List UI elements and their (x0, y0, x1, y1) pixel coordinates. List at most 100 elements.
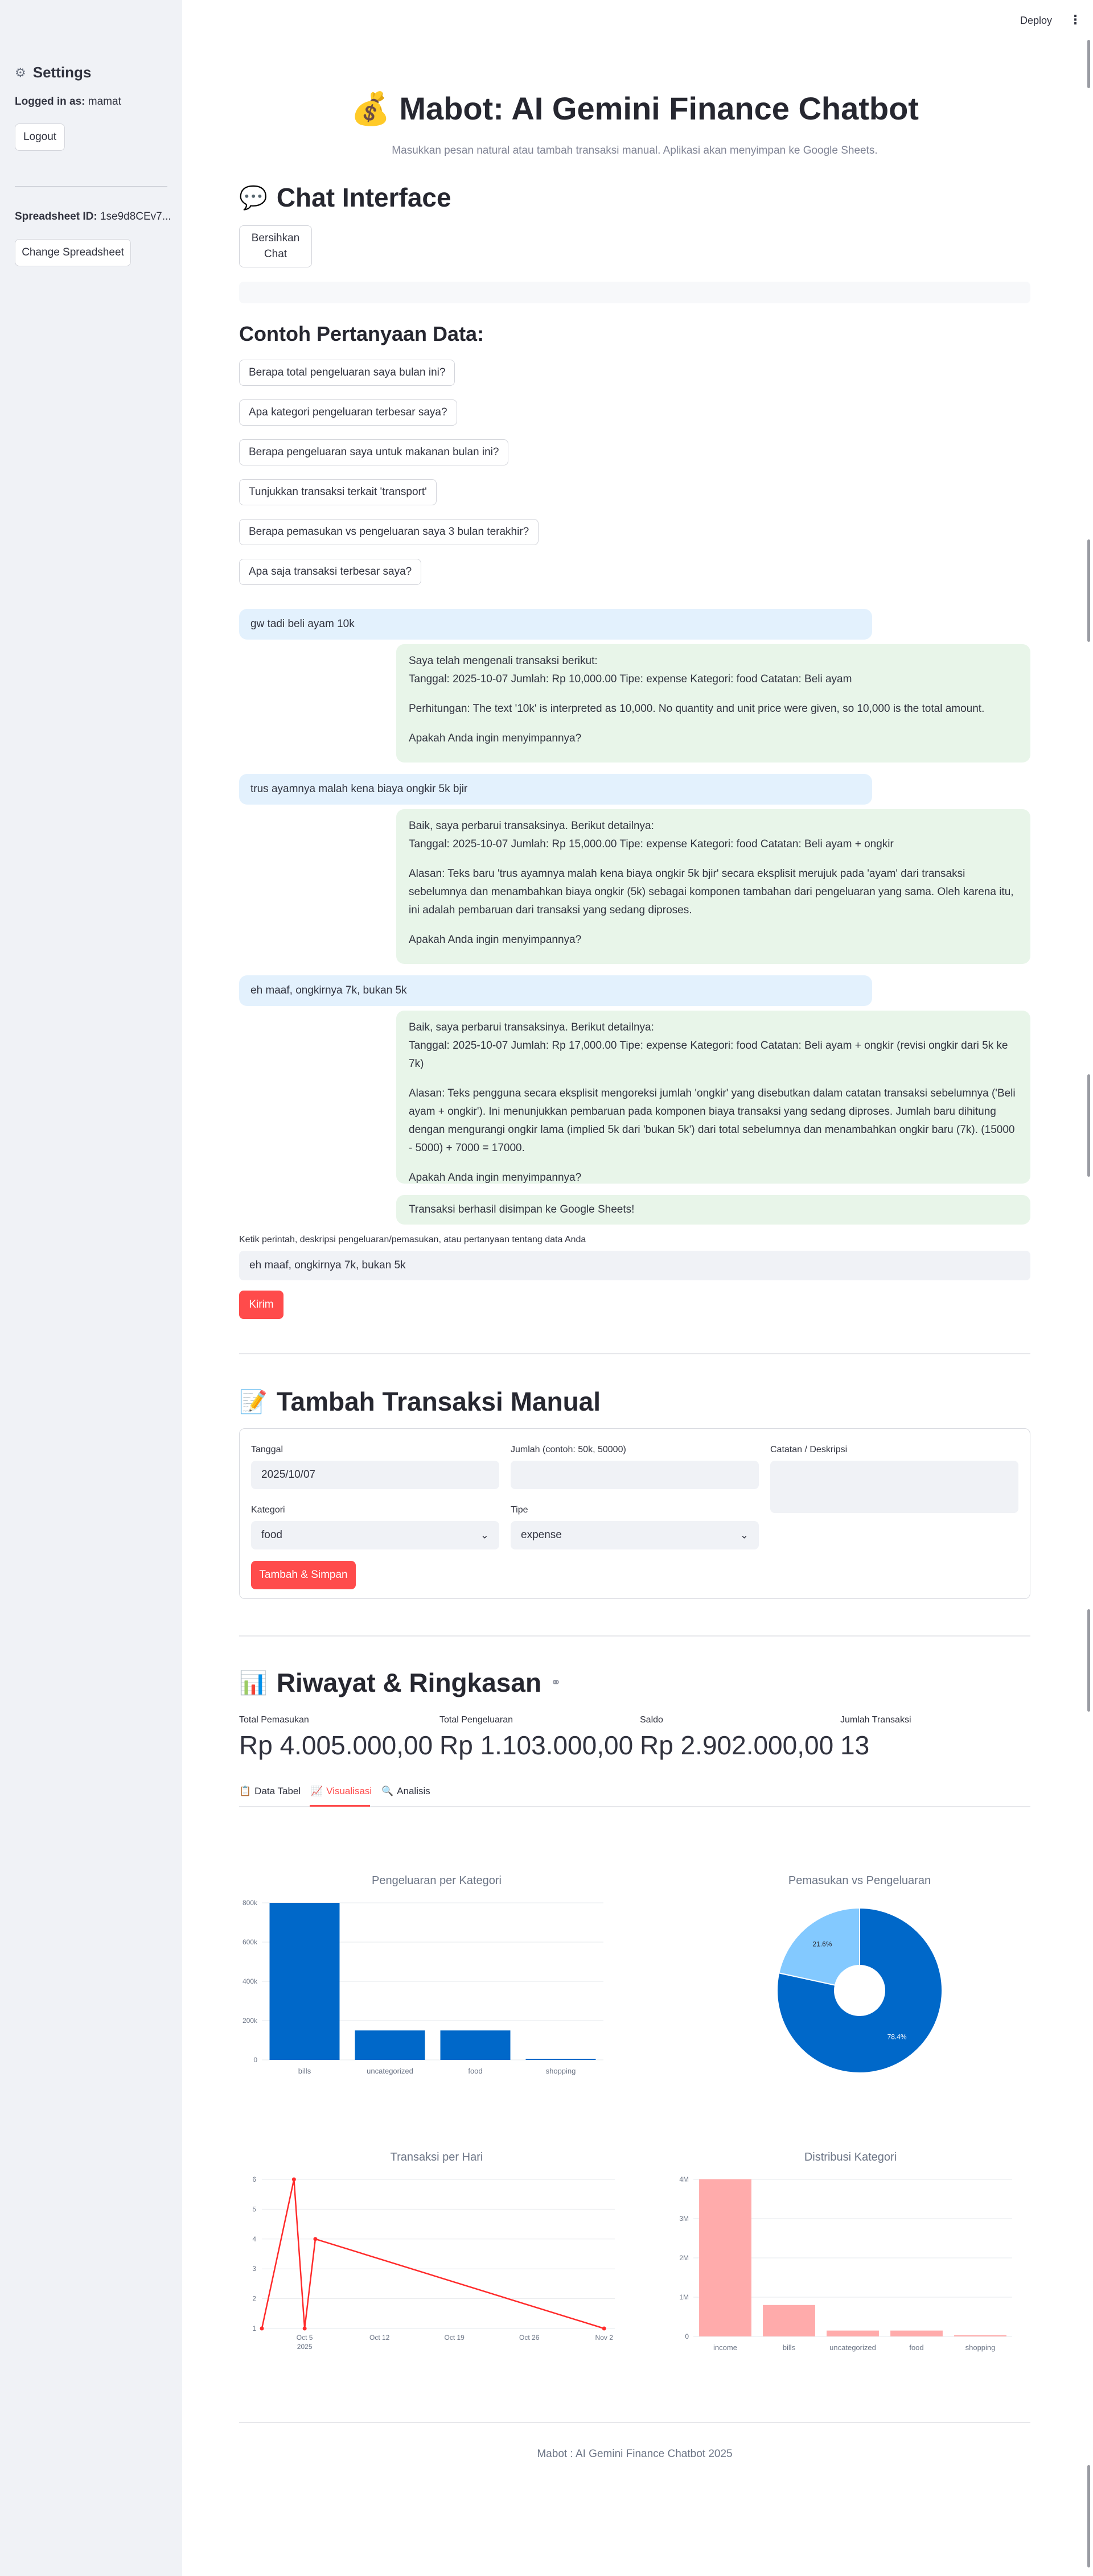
metric-label: Total Pemasukan (239, 1715, 309, 1725)
x-tick-label: shopping (965, 2343, 996, 2352)
slice-label: 78.4% (887, 2033, 907, 2041)
chart-icon: 📈 (311, 1786, 323, 1796)
page-title-text: Mabot: AI Gemini Finance Chatbot (399, 90, 919, 126)
sidebar-title: ⚙ Settings (15, 64, 91, 81)
example-question-button[interactable]: Tunjukkan transaksi terkait 'transport' (239, 479, 437, 505)
bot-message: Saya telah mengenali transaksi berikut: … (396, 644, 1030, 763)
x-tick-label: shopping (546, 2067, 576, 2075)
y-tick-label: 1 (252, 2324, 256, 2332)
scrollbar-thumb[interactable] (1087, 1074, 1090, 1177)
tab-data-table[interactable]: 📋 Data Tabel (239, 1786, 301, 1797)
add-save-button[interactable]: Tambah & Simpan (251, 1561, 356, 1589)
scrollbar-thumb[interactable] (1087, 539, 1090, 642)
x-tick-label: bills (783, 2343, 796, 2352)
type-select-value: expense (521, 1529, 562, 1541)
category-select[interactable]: food ⌄ (251, 1521, 499, 1549)
scrollbar-thumb[interactable] (1087, 1609, 1090, 1712)
tab-analysis[interactable]: 🔍 Analisis (381, 1786, 430, 1797)
sidebar: ⚙ Settings Logged in as: mamat Logout Sp… (0, 0, 182, 2576)
chevron-down-icon: ⌄ (739, 1529, 749, 1541)
logout-button[interactable]: Logout (15, 123, 65, 151)
link-icon[interactable]: ⚭ (550, 1675, 561, 1690)
data-point (260, 2326, 264, 2331)
chevron-down-icon: ⌄ (480, 1529, 489, 1541)
data-point (302, 2326, 307, 2331)
transactions-per-day-chart: 1 2 3 4 5 6 Oct 52025 Oct 12 Oct 19 Oct 26 Nov 2 (252, 2175, 615, 2351)
scrollbar-thumb[interactable] (1087, 2465, 1090, 2567)
y-tick-label: 4 (252, 2235, 256, 2243)
manual-transaction-form: Tanggal 2025/10/07 Jumlah (contoh: 50k, … (239, 1428, 1030, 1599)
example-question-button[interactable]: Apa kategori pengeluaran terbesar saya? (239, 399, 457, 426)
expense-by-category-chart: 0 200k 400k 600k 800k bills uncategorized food s… (243, 1899, 603, 2075)
scrollbar-thumb[interactable] (1087, 40, 1090, 88)
income-vs-expense-chart: 78.4% 21.6% (776, 1907, 943, 2074)
bot-message-line: Alasan: Teks baru 'trus ayamnya malah ke… (409, 868, 1014, 916)
deploy-button[interactable]: Deploy (1020, 15, 1052, 27)
divider (239, 2422, 1030, 2423)
note-textarea[interactable] (770, 1461, 1018, 1513)
date-label: Tanggal (251, 1445, 283, 1454)
type-label: Tipe (511, 1505, 528, 1515)
y-tick-label: 2 (252, 2295, 256, 2303)
bot-message-line: Saya telah mengenali transaksi berikut: … (409, 655, 852, 685)
type-select[interactable]: expense ⌄ (511, 1521, 759, 1549)
logged-in-label: Logged in as: (15, 96, 85, 108)
bot-message-line: Baik, saya perbarui transaksinya. Beriku… (409, 1021, 1008, 1070)
send-button[interactable]: Kirim (239, 1291, 283, 1319)
example-question-button[interactable]: Berapa total pengeluaran saya bulan ini? (239, 360, 455, 386)
bar (763, 2305, 815, 2336)
category-select-value: food (261, 1529, 282, 1541)
manual-heading: 📝 Tambah Transaksi Manual (239, 1386, 601, 1417)
data-point (313, 2237, 318, 2241)
bot-message-line: Perhitungan: The text '10k' is interpret… (409, 703, 985, 715)
amount-label: Jumlah (contoh: 50k, 50000) (511, 1445, 626, 1454)
bar (890, 2330, 943, 2336)
metric-label: Total Pengeluaran (439, 1715, 513, 1725)
chat-input[interactable]: eh maaf, ongkirnya 7k, bukan 5k (239, 1251, 1030, 1280)
user-message: eh maaf, ongkirnya 7k, bukan 5k (239, 975, 872, 1006)
y-tick-label: 6 (252, 2175, 256, 2183)
bar (440, 2030, 511, 2060)
spreadsheet-label: Spreadsheet ID: (15, 211, 97, 222)
y-tick-label: 2M (679, 2254, 689, 2262)
bot-message-line: Alasan: Teks pengguna secara eksplisit m… (409, 1087, 1016, 1154)
tab-visualization[interactable]: 📈 Visualisasi (311, 1786, 372, 1797)
data-point (602, 2326, 606, 2331)
chart-title: Pengeluaran per Kategori (372, 1874, 502, 1887)
amount-input[interactable] (511, 1461, 759, 1489)
tab-active-indicator (310, 1805, 370, 1807)
example-question-button[interactable]: Berapa pengeluaran saya untuk makanan bu… (239, 439, 509, 465)
x-tick-label: income (713, 2343, 737, 2352)
change-spreadsheet-button[interactable]: Change Spreadsheet (15, 239, 131, 266)
x-tick-label: uncategorized (367, 2067, 413, 2075)
bot-message-line: Transaksi berhasil disimpan ke Google Sh… (409, 1203, 635, 1215)
bot-message-line: Apakah Anda ingin menyimpannya? (409, 732, 582, 744)
example-question-button[interactable]: Apa saja transaksi terbesar saya? (239, 559, 422, 585)
example-question-button[interactable]: Berapa pemasukan vs pengeluaran saya 3 b… (239, 519, 539, 545)
note-label: Catatan / Deskripsi (770, 1445, 848, 1454)
bot-message: Baik, saya perbarui transaksinya. Beriku… (396, 1011, 1030, 1184)
tab-label: Visualisasi (326, 1786, 372, 1796)
y-tick-label: 0 (685, 2332, 689, 2340)
bar (954, 2335, 1006, 2336)
divider (239, 1635, 1030, 1637)
clear-chat-button[interactable]: Bersihkan Chat (239, 225, 312, 267)
date-input[interactable]: 2025/10/07 (251, 1461, 499, 1489)
x-tick-label: food (909, 2343, 923, 2352)
x-tick-label: Oct 12 (369, 2334, 390, 2342)
y-tick-label: 200k (243, 2017, 258, 2025)
speech-bubble-icon: 💬 (239, 185, 268, 211)
x-tick-label: uncategorized (829, 2343, 876, 2352)
tab-label: Data Tabel (254, 1786, 301, 1796)
x-tick-label: Oct 26 (519, 2334, 540, 2342)
bot-message-line: Apakah Anda ingin menyimpannya? (409, 934, 582, 946)
tab-label: Analisis (397, 1786, 430, 1796)
y-tick-label: 800k (243, 1899, 258, 1907)
spreadsheet-info: Spreadsheet ID: 1se9d8CEv7... (15, 211, 171, 223)
history-heading: 📊 Riwayat & Ringkasan ⚭ (239, 1667, 561, 1698)
main-menu-icon[interactable]: ⋮ (1069, 13, 1082, 27)
chat-heading-text: Chat Interface (276, 183, 451, 212)
y-tick-label: 3 (252, 2265, 256, 2273)
category-distribution-chart: 0 1M 2M 3M 4M income bills uncategorized food sho… (679, 2175, 1012, 2352)
logged-in-user: mamat (88, 96, 121, 108)
